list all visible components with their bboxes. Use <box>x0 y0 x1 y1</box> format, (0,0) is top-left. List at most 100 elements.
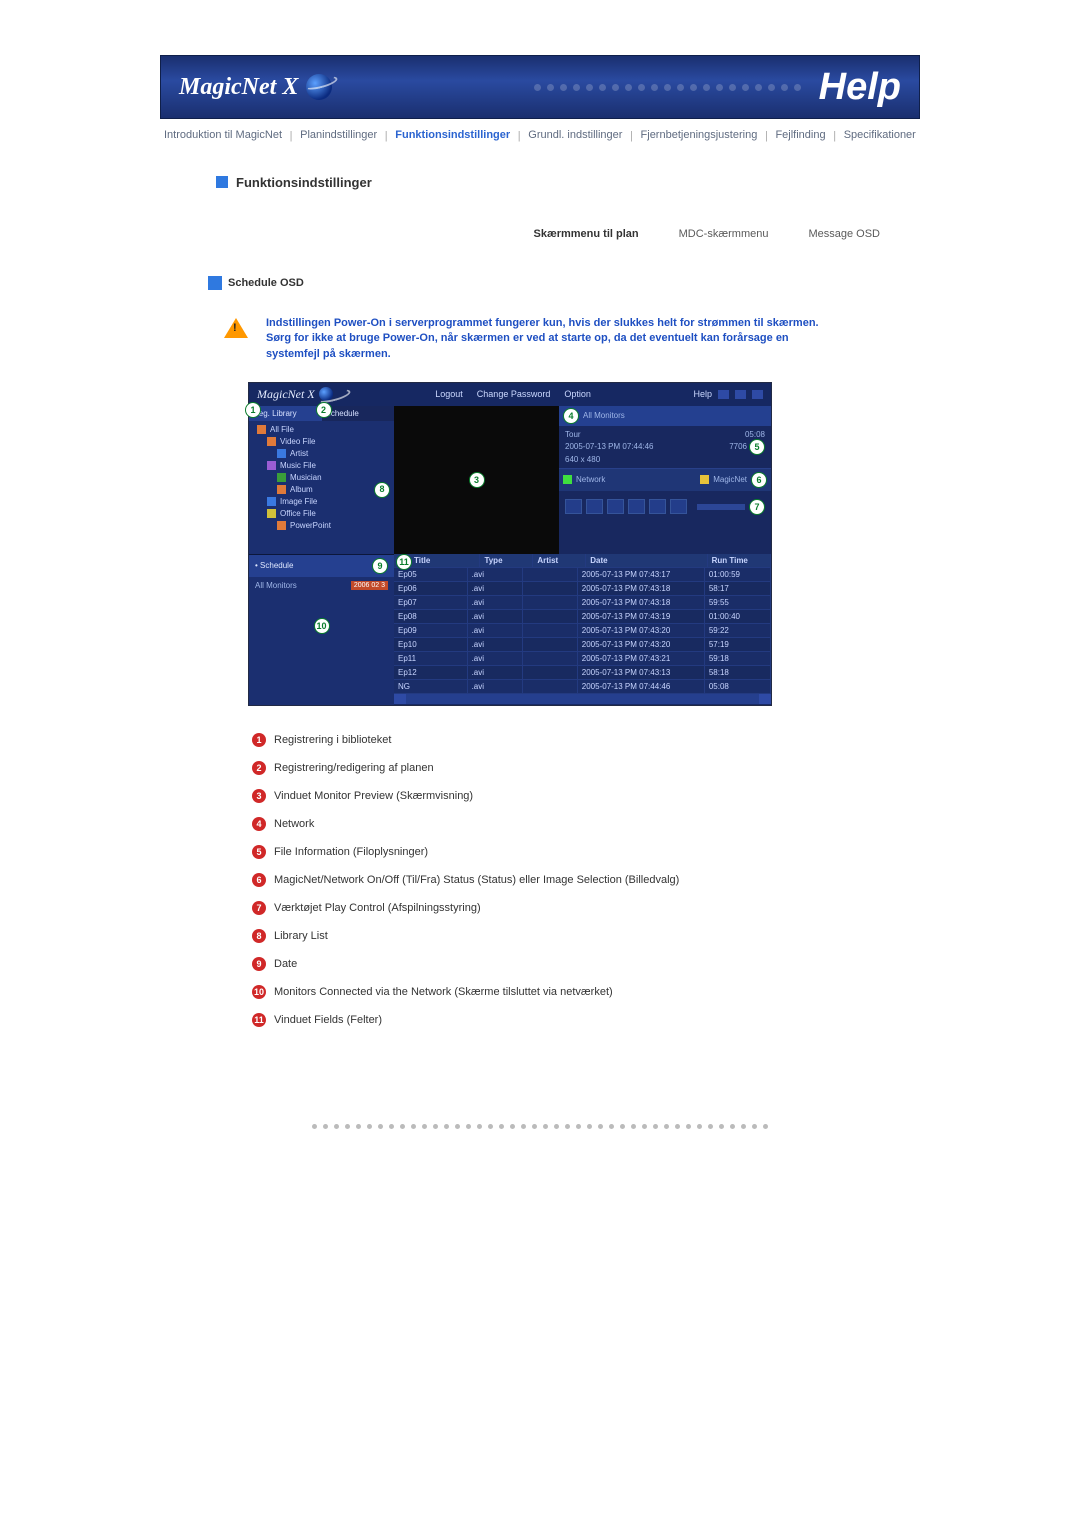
marker-9-icon: 9 <box>372 558 388 574</box>
table-row[interactable]: Ep07.avi2005-07-13 PM 07:43:1859:55 <box>394 596 771 610</box>
legend-item: Monitors Connected via the Network (Skær… <box>274 986 613 998</box>
nav-bar: Introduktion til MagicNet | Planindstill… <box>160 119 920 147</box>
maximize-icon[interactable] <box>735 390 746 399</box>
date-badge[interactable]: 2006 02 3 <box>351 581 388 590</box>
marker-4-icon: 4 <box>563 408 579 424</box>
scroll-right-icon[interactable] <box>759 694 771 704</box>
legend-item: Værktøjet Play Control (Afspilningsstyri… <box>274 902 481 914</box>
marker-8-icon: 8 <box>374 482 390 498</box>
play-icon[interactable] <box>565 499 582 514</box>
subsection-row: Schedule OSD <box>208 276 920 290</box>
marker-1-icon: 1 <box>245 402 261 418</box>
tab-mdc-osd[interactable]: MDC-skærmmenu <box>679 228 769 240</box>
item-icon <box>277 449 286 458</box>
library-tree[interactable]: All File Video File Artist Music File Mu… <box>249 421 394 538</box>
file-info: Tour05:08 2005-07-13 PM 07:44:46 7706 5 … <box>559 426 771 469</box>
folder-icon <box>257 425 266 434</box>
table-row[interactable]: Ep06.avi2005-07-13 PM 07:43:1858:17 <box>394 582 771 596</box>
marker-10-icon: 10 <box>314 618 330 634</box>
fwd-icon[interactable] <box>670 499 687 514</box>
seek-slider[interactable] <box>697 504 745 510</box>
marker-3-icon: 3 <box>469 472 485 488</box>
stop-icon[interactable] <box>586 499 603 514</box>
marker-7-icon: 7 <box>749 499 765 515</box>
app-window-controls: Help <box>693 389 763 399</box>
nav-remote[interactable]: Fjernbetjeningsjustering <box>637 129 762 143</box>
brand-label: MagicNet X <box>179 74 332 101</box>
badge-7-icon: 7 <box>252 901 266 915</box>
menu-logout[interactable]: Logout <box>435 389 463 399</box>
prev-icon[interactable] <box>628 499 645 514</box>
tab-plan-osd[interactable]: Skærmmenu til plan <box>533 228 638 240</box>
table-row[interactable]: Ep05.avi2005-07-13 PM 07:43:1701:00:59 <box>394 568 771 582</box>
grid-header: 11 Title Type Artist Date Run Time <box>394 554 771 568</box>
info-pane: 4 All Monitors Tour05:08 2005-07-13 PM 0… <box>559 406 771 554</box>
badge-11-icon: 11 <box>252 1013 266 1027</box>
menu-help[interactable]: Help <box>693 389 712 399</box>
legend-item: File Information (Filoplysninger) <box>274 846 428 858</box>
badge-2-icon: 2 <box>252 761 266 775</box>
subsection-title: Schedule OSD <box>228 277 304 289</box>
legend-item: Vinduet Fields (Felter) <box>274 1014 382 1026</box>
legend-item: Library List <box>274 930 328 942</box>
pause-icon[interactable] <box>607 499 624 514</box>
help-banner: MagicNet X Help <box>160 55 920 119</box>
footer-dots-decor <box>160 1124 920 1129</box>
play-controls: 7 <box>559 491 771 523</box>
folder-icon <box>267 509 276 518</box>
banner-right: Help <box>534 66 901 109</box>
warning-icon <box>224 318 248 338</box>
nav-func[interactable]: Funktionsindstillinger <box>391 129 514 143</box>
marker-11-icon: 11 <box>396 554 412 570</box>
nav-trouble[interactable]: Fejlfinding <box>771 129 829 143</box>
marker-2-icon: 2 <box>316 402 332 418</box>
left-pane: 1 Reg. Library 2 Schedule All File Video… <box>249 406 394 554</box>
badge-9-icon: 9 <box>252 957 266 971</box>
section-title: Funktionsindstillinger <box>236 175 372 190</box>
grid-pane: 11 Title Type Artist Date Run Time Ep05.… <box>394 554 771 705</box>
app-screenshot: MagicNet X Logout Change Password Option… <box>248 382 772 706</box>
close-icon[interactable] <box>752 390 763 399</box>
menu-option[interactable]: Option <box>564 389 591 399</box>
nav-spec[interactable]: Specifikationer <box>840 129 920 143</box>
table-row[interactable]: Ep08.avi2005-07-13 PM 07:43:1901:00:40 <box>394 610 771 624</box>
badge-8-icon: 8 <box>252 929 266 943</box>
table-row[interactable]: NG.avi2005-07-13 PM 07:44:4605:08 <box>394 680 771 694</box>
legend-item: Network <box>274 818 314 830</box>
next-icon[interactable] <box>649 499 666 514</box>
network-row: Network MagicNet 6 <box>559 469 771 491</box>
scroll-left-icon[interactable] <box>394 694 406 704</box>
table-row[interactable]: Ep09.avi2005-07-13 PM 07:43:2059:22 <box>394 624 771 638</box>
warning-text: Indstillingen Power-On i serverprogramme… <box>266 316 834 362</box>
legend-item: Vinduet Monitor Preview (Skærmvisning) <box>274 790 473 802</box>
marker-5-icon: 5 <box>749 439 765 455</box>
badge-4-icon: 4 <box>252 817 266 831</box>
monitors-header: 4 All Monitors <box>559 406 771 426</box>
badge-1-icon: 1 <box>252 733 266 747</box>
nav-plan[interactable]: Planindstillinger <box>296 129 381 143</box>
menu-changepw[interactable]: Change Password <box>477 389 551 399</box>
minimize-icon[interactable] <box>718 390 729 399</box>
nav-intro[interactable]: Introduktion til MagicNet <box>160 129 286 143</box>
badge-6-icon: 6 <box>252 873 266 887</box>
mini-square-icon <box>208 276 222 290</box>
nav-basic[interactable]: Grundl. indstillinger <box>524 129 626 143</box>
badge-10-icon: 10 <box>252 985 266 999</box>
table-row[interactable]: Ep11.avi2005-07-13 PM 07:43:2159:18 <box>394 652 771 666</box>
table-row[interactable]: Ep10.avi2005-07-13 PM 07:43:2057:19 <box>394 638 771 652</box>
help-title: Help <box>819 66 901 109</box>
item-icon <box>277 473 286 482</box>
app-menus: Logout Change Password Option <box>435 389 591 399</box>
tab-schedule[interactable]: 2 Schedule <box>322 406 395 421</box>
table-row[interactable]: Ep12.avi2005-07-13 PM 07:43:1358:18 <box>394 666 771 680</box>
tab-reg-library[interactable]: 1 Reg. Library <box>249 406 322 421</box>
subtab-row: Skærmmenu til plan MDC-skærmmenu Message… <box>160 228 920 250</box>
tab-message-osd[interactable]: Message OSD <box>808 228 880 240</box>
legend-item: MagicNet/Network On/Off (Til/Fra) Status… <box>274 874 679 886</box>
badge-3-icon: 3 <box>252 789 266 803</box>
status-icon <box>700 475 709 484</box>
legend-item: Date <box>274 958 297 970</box>
grid-scrollbar[interactable] <box>394 694 771 704</box>
app-brand: MagicNet X <box>257 387 333 402</box>
folder-icon <box>267 437 276 446</box>
